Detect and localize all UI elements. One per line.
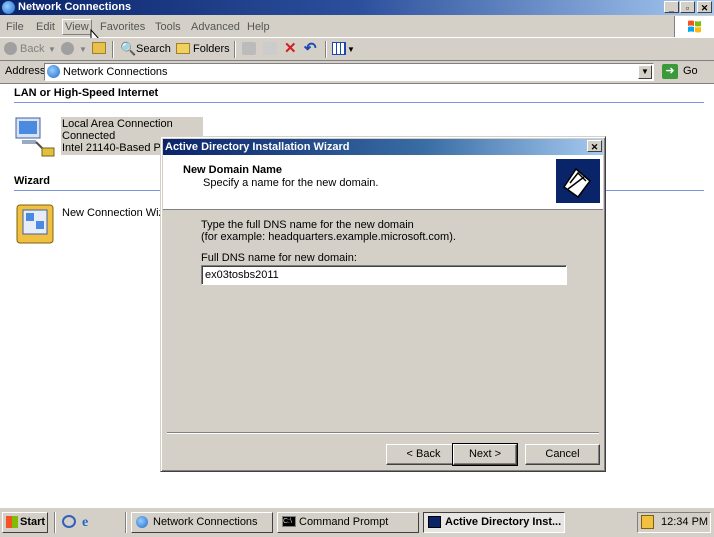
group-heading-wizard: Wizard [14,175,50,187]
close-button[interactable]: ✕ [697,1,712,13]
undo-icon[interactable]: ↶ [304,39,317,57]
start-label: Start [20,516,46,528]
dialog-header-panel: New Domain Name Specify a name for the n… [163,155,603,210]
maximize-button[interactable]: ▫ [680,1,695,13]
search-button[interactable]: Search [136,43,171,55]
address-value: Network Connections [63,66,168,78]
clock[interactable]: 12:34 PM [661,516,708,528]
copy-to-icon[interactable] [263,42,277,55]
menu-edit[interactable]: Edit [36,21,55,33]
minimize-button[interactable]: _ [664,1,679,13]
wizard-icon [16,204,54,244]
wizard-header-icon [556,159,600,203]
task-ad-wizard[interactable]: Active Directory Inst... [423,512,565,533]
instruction-line1: Type the full DNS name for the new domai… [201,219,414,231]
menu-help[interactable]: Help [247,21,270,33]
network-adapter-icon [15,117,55,157]
menu-bar: File Edit View Favorites Tools Advanced … [0,15,714,47]
dialog-close-button[interactable]: ✕ [587,140,602,152]
dns-name-input[interactable] [201,265,567,285]
menu-file[interactable]: File [6,21,24,33]
start-button[interactable]: Start [2,512,48,533]
delete-icon[interactable]: ✕ [284,39,297,57]
start-windows-icon [6,516,18,528]
address-dropdown-button[interactable]: ▼ [638,65,652,79]
lan-connection-status: Connected [62,130,116,142]
dialog-divider [167,432,599,434]
task-command-prompt[interactable]: C:\ Command Prompt [277,512,419,533]
window-title: Network Connections [18,1,132,13]
system-tray: 12:34 PM [637,512,711,533]
command-prompt-icon: C:\ [282,516,296,527]
task-network-label: Network Connections [153,516,258,528]
go-arrow-icon[interactable]: ➜ [662,64,678,79]
views-dropdown-icon[interactable]: ▼ [347,45,355,54]
network-connections-icon [2,1,15,14]
next-wizard-button[interactable]: Next > [452,443,518,466]
move-to-icon[interactable] [242,42,256,55]
lan-connection-name: Local Area Connection [62,118,173,130]
lan-device-name: Intel 21140-Based PCI [62,142,172,154]
dialog-titlebar[interactable]: Active Directory Installation Wizard ✕ [163,139,603,155]
new-connection-wizard-item[interactable]: New Connection Wizard [14,202,180,246]
cancel-wizard-button[interactable]: Cancel [525,444,600,465]
menu-view[interactable]: View [62,19,92,35]
dialog-header-subtitle: Specify a name for the new domain. [203,177,379,189]
show-desktop-icon[interactable] [62,515,76,528]
dialog-header-title: New Domain Name [183,164,283,176]
forward-dropdown-icon[interactable]: ▼ [79,45,87,54]
views-icon[interactable] [332,42,346,55]
menu-tools[interactable]: Tools [155,21,181,33]
group-heading-lan: LAN or High-Speed Internet [14,87,159,99]
task-network-icon [136,516,148,528]
back-button[interactable]: Back [20,43,44,55]
task-cmd-label: Command Prompt [299,516,389,528]
address-label: Address [5,65,46,77]
search-icon[interactable]: 🔍 [120,41,136,57]
internet-explorer-icon[interactable]: e [82,515,88,531]
forward-arrow-icon[interactable] [61,42,74,55]
task-wizard-label: Active Directory Inst... [445,516,562,528]
standard-toolbar: Back ▼ ▼ 🔍 Search Folders ✕ ↶ ▼ [0,38,714,61]
folders-icon[interactable] [176,43,190,54]
dns-field-label: Full DNS name for new domain: [201,252,357,264]
up-folder-icon[interactable] [92,42,106,54]
windows-logo-icon [674,16,714,37]
folders-button[interactable]: Folders [193,43,230,55]
taskbar: Start e Network Connections C:\ Command … [0,507,714,537]
task-network-connections[interactable]: Network Connections [131,512,273,533]
back-dropdown-icon[interactable]: ▼ [48,45,56,54]
address-bar: Address Network Connections ▼ ➜ Go [0,61,714,84]
network-connections-small-icon [47,65,60,78]
address-input[interactable]: Network Connections ▼ [44,63,654,81]
ad-installation-wizard-dialog: Active Directory Installation Wizard ✕ N… [160,136,606,472]
back-wizard-button[interactable]: < Back [386,444,461,465]
menu-advanced[interactable]: Advanced [191,21,240,33]
window-titlebar[interactable]: Network Connections _ ▫ ✕ [0,0,714,15]
go-button[interactable]: Go [683,65,698,77]
task-wizard-icon [428,516,441,528]
back-arrow-icon[interactable] [4,42,17,55]
menu-favorites[interactable]: Favorites [100,21,145,33]
tray-notification-icon[interactable] [641,515,654,529]
dialog-title: Active Directory Installation Wizard [165,141,350,153]
instruction-line2: (for example: headquarters.example.micro… [201,231,456,243]
